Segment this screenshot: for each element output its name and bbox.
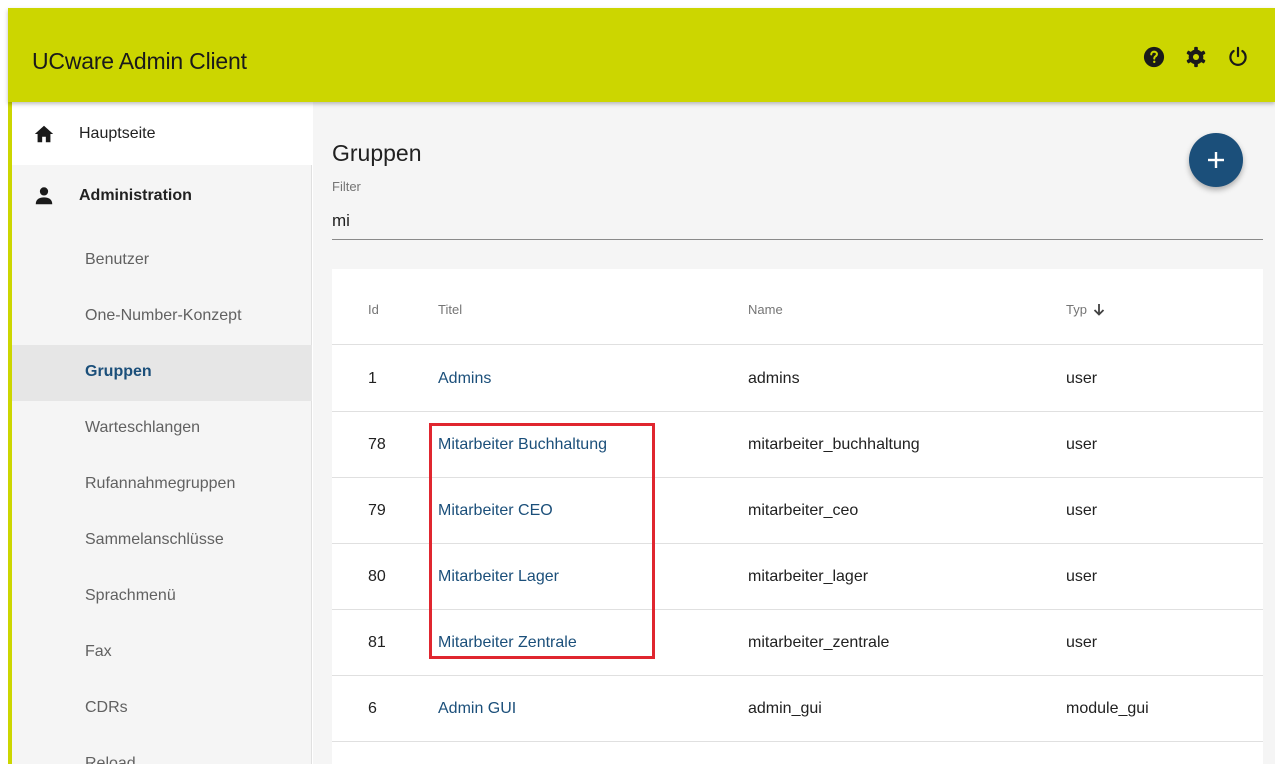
main-content: Gruppen Filter Id Titel Name Typ 1 Admin… — [313, 102, 1275, 764]
groups-table: Id Titel Name Typ 1 Admins admins user 7… — [332, 269, 1263, 764]
sidebar-item-label: Hauptseite — [79, 124, 156, 142]
cell-typ: user — [1066, 436, 1098, 453]
sidebar-item-one-number-konzept[interactable]: One-Number-Konzept — [9, 289, 312, 345]
home-icon — [34, 125, 54, 142]
add-group-button[interactable] — [1189, 133, 1243, 187]
cell-titel-link[interactable]: Mitarbeiter Zentrale — [438, 634, 577, 652]
cell-id: 81 — [368, 634, 386, 651]
column-header-id[interactable]: Id — [368, 302, 379, 317]
app-header: UCware Admin Client — [8, 8, 1275, 102]
column-header-name[interactable]: Name — [748, 302, 783, 317]
sidebar-item-label: Reload — [85, 755, 136, 764]
cell-typ: user — [1066, 568, 1098, 585]
cell-id: 79 — [368, 502, 386, 519]
cell-name: admin_gui — [748, 700, 822, 717]
cell-typ: user — [1066, 634, 1098, 651]
sidebar-item-label: Fax — [85, 643, 112, 660]
table-row: 1 Admins admins user — [332, 346, 1263, 412]
sidebar-item-label: Sammelanschlüsse — [85, 531, 224, 548]
sidebar-item-benutzer[interactable]: Benutzer — [9, 233, 312, 289]
cell-id: 80 — [368, 568, 386, 585]
sidebar: Hauptseite Administration Benutzer One-N… — [9, 102, 312, 764]
app-title: UCware Admin Client — [32, 48, 247, 74]
sidebar-item-rufannahmegruppen[interactable]: Rufannahmegruppen — [9, 457, 312, 513]
sidebar-item-fax[interactable]: Fax — [9, 625, 312, 681]
cell-name: admins — [748, 370, 800, 387]
sidebar-item-sprachmenue[interactable]: Sprachmenü — [9, 569, 312, 625]
help-icon[interactable] — [1143, 46, 1165, 68]
column-header-typ-label: Typ — [1066, 302, 1087, 317]
cell-typ: module_gui — [1066, 700, 1149, 717]
header-actions — [1143, 46, 1249, 68]
sidebar-item-administration[interactable]: Administration — [9, 165, 309, 227]
sidebar-item-warteschlangen[interactable]: Warteschlangen — [9, 401, 312, 457]
sidebar-item-label: CDRs — [85, 699, 128, 716]
sidebar-item-label: Administration — [79, 187, 192, 204]
sidebar-item-home[interactable]: Hauptseite — [12, 102, 312, 165]
table-row: 6 Admin GUI admin_gui module_gui — [332, 676, 1263, 742]
filter-label: Filter — [332, 179, 361, 194]
cell-name: mitarbeiter_buchhaltung — [748, 436, 920, 453]
cell-titel-link[interactable]: Mitarbeiter Buchhaltung — [438, 436, 607, 454]
sidebar-item-cdrs[interactable]: CDRs — [9, 681, 312, 737]
gear-icon[interactable] — [1185, 46, 1207, 68]
sidebar-item-label: Warteschlangen — [85, 419, 201, 436]
sidebar-item-label: Benutzer — [85, 251, 150, 268]
cell-titel-link[interactable]: Mitarbeiter CEO — [438, 502, 553, 520]
sidebar-item-label: One-Number-Konzept — [85, 307, 242, 324]
cell-titel-link[interactable]: Mitarbeiter Lager — [438, 568, 559, 586]
left-accent-bar — [8, 102, 12, 764]
person-icon — [35, 187, 53, 205]
cell-id: 78 — [368, 436, 386, 453]
column-header-titel[interactable]: Titel — [438, 302, 462, 317]
table-header: Id Titel Name Typ — [332, 269, 1263, 345]
page-title: Gruppen — [332, 140, 422, 166]
sidebar-item-label: Sprachmenü — [85, 587, 176, 604]
table-row: 78 Mitarbeiter Buchhaltung mitarbeiter_b… — [332, 412, 1263, 478]
cell-name: mitarbeiter_lager — [748, 568, 869, 585]
cell-typ: user — [1066, 370, 1098, 387]
sidebar-item-sammelanschluesse[interactable]: Sammelanschlüsse — [9, 513, 312, 569]
table-row: 80 Mitarbeiter Lager mitarbeiter_lager u… — [332, 544, 1263, 610]
cell-titel-link[interactable]: Admin GUI — [438, 700, 516, 718]
plus-icon — [1208, 152, 1224, 168]
column-header-typ[interactable]: Typ — [1066, 302, 1105, 317]
sidebar-item-reload[interactable]: Reload — [9, 737, 312, 764]
cell-typ: user — [1066, 502, 1098, 519]
arrow-down-icon — [1093, 304, 1105, 316]
sidebar-item-label: Gruppen — [85, 363, 152, 380]
table-row: 81 Mitarbeiter Zentrale mitarbeiter_zent… — [332, 610, 1263, 676]
cell-id: 1 — [368, 370, 377, 387]
filter-input[interactable] — [332, 202, 1263, 240]
power-icon[interactable] — [1227, 46, 1249, 68]
sidebar-item-label: Rufannahmegruppen — [85, 475, 236, 492]
cell-id: 6 — [368, 700, 377, 717]
cell-name: mitarbeiter_ceo — [748, 502, 859, 519]
cell-name: mitarbeiter_zentrale — [748, 634, 890, 651]
table-row: 79 Mitarbeiter CEO mitarbeiter_ceo user — [332, 478, 1263, 544]
sidebar-item-gruppen[interactable]: Gruppen — [9, 345, 312, 401]
cell-titel-link[interactable]: Admins — [438, 370, 491, 388]
